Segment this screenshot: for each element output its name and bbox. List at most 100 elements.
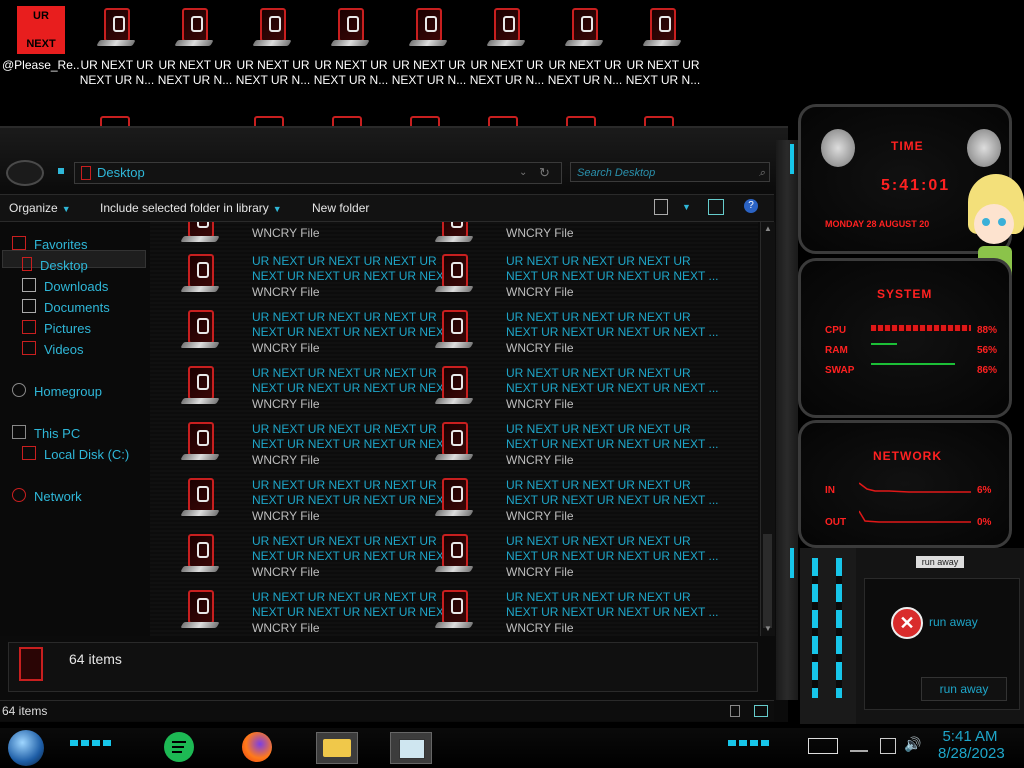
search-icon[interactable]: ⌕	[759, 163, 765, 183]
desktop-icon-row-hidden	[96, 112, 696, 126]
wncry-file-icon	[180, 252, 220, 296]
file-name-line1: UR NEXT UR NEXT UR NEXT UR	[506, 478, 691, 492]
file-type: WNCRY File	[506, 453, 574, 467]
wncry-file-icon	[434, 364, 474, 408]
network-tray-icon[interactable]	[880, 738, 896, 754]
homegroup-icon	[12, 383, 26, 397]
help-icon[interactable]: ?	[744, 199, 758, 213]
scroll-thumb[interactable]	[763, 534, 772, 628]
file-name-line1: UR NEXT UR NEXT UR NEXT UR	[252, 590, 437, 604]
list-item[interactable]: WNCRY File	[180, 222, 430, 242]
view-options-icon[interactable]	[654, 199, 668, 215]
file-explorer-taskbar-icon[interactable]	[316, 732, 358, 764]
wncry-file-icon	[96, 6, 138, 50]
list-item[interactable]: UR NEXT UR NEXT UR NEXT UR NEXT UR NEXT U…	[434, 588, 718, 636]
start-button[interactable]	[8, 730, 44, 766]
alien-head-icon	[821, 129, 855, 167]
wncry-file-icon	[564, 6, 606, 50]
file-name-line2: NEXT UR NEXT UR NEXT UR NEXT ...	[506, 493, 719, 507]
dialog-title: run away	[916, 556, 964, 568]
file-name-line2: NEXT UR NEXT UR NEXT UR NEXT ...	[252, 269, 465, 283]
vertical-scrollbar[interactable]: ▲ ▼	[760, 222, 775, 636]
list-item[interactable]: UR NEXT UR NEXT UR NEXT UR NEXT UR NEXT U…	[434, 364, 718, 420]
window-taskbar-icon[interactable]	[390, 732, 432, 764]
taskbar-decoration	[70, 740, 114, 746]
include-in-library-button[interactable]: Include selected folder in library ▼	[100, 201, 282, 215]
list-item[interactable]: UR NEXT UR NEXT UR NEXT UR NEXT UR NEXT U…	[180, 532, 464, 588]
organize-button[interactable]: Organize ▼	[9, 201, 71, 215]
taskbar-date: 8/28/2023	[938, 745, 1005, 762]
list-item[interactable]: UR NEXT UR NEXT UR NEXT UR NEXT UR NEXT U…	[180, 420, 464, 476]
nav-item-documents[interactable]: Documents	[22, 299, 110, 315]
scroll-up-icon[interactable]: ▲	[764, 224, 772, 233]
search-placeholder: Search Desktop	[577, 167, 656, 179]
nav-item-homegroup[interactable]: Homegroup	[12, 383, 102, 399]
caret-down-icon[interactable]: ▼	[678, 199, 691, 213]
file-name-line2: NEXT UR NEXT UR NEXT UR NEXT ...	[506, 381, 719, 395]
action-center-icon[interactable]	[850, 742, 868, 752]
back-forward-icon[interactable]	[6, 160, 44, 186]
nav-item-network[interactable]: Network	[12, 488, 82, 504]
ransom-note-icon: UR NEXT	[17, 6, 65, 54]
file-name-line2: NEXT UR NEXT UR NEXT UR NEXT ...	[252, 325, 465, 339]
net-in-label: IN	[825, 485, 835, 496]
taskbar: 🔊 5:41 AM 8/28/2023	[0, 728, 1024, 768]
keyboard-icon[interactable]	[808, 738, 838, 754]
details-view-icon[interactable]	[730, 705, 740, 717]
folder-icon	[81, 166, 91, 180]
run-away-button[interactable]: run away	[921, 677, 1007, 701]
nav-item-pictures[interactable]: Pictures	[22, 320, 91, 336]
list-item[interactable]: UR NEXT UR NEXT UR NEXT UR NEXT UR NEXT U…	[434, 252, 718, 308]
scroll-down-icon[interactable]: ▼	[764, 624, 772, 633]
chevron-down-icon[interactable]: ⌄	[519, 163, 527, 183]
dropdown-dot-icon[interactable]	[58, 168, 64, 174]
nav-item-favorites[interactable]: Favorites	[12, 236, 87, 252]
list-item[interactable]: UR NEXT UR NEXT UR NEXT UR NEXT UR NEXT U…	[180, 252, 464, 308]
desktop-icon-label: UR NEXT UR NEXT UR N...	[79, 58, 155, 87]
alien-head-icon	[967, 129, 1001, 167]
list-item[interactable]: UR NEXT UR NEXT UR NEXT UR NEXT UR NEXT U…	[434, 532, 718, 588]
desktop-icon-wncry-file[interactable]: UR NEXT UR NEXT UR N...	[546, 6, 624, 90]
wncry-file-icon	[180, 588, 220, 632]
list-item[interactable]: UR NEXT UR NEXT UR NEXT UR NEXT UR NEXT U…	[180, 364, 464, 420]
desktop-icon-wncry-file[interactable]: UR NEXT UR NEXT UR N...	[234, 6, 312, 90]
search-input[interactable]: Search Desktop ⌕	[570, 162, 770, 182]
file-name-line2: NEXT UR NEXT UR NEXT UR NEXT ...	[252, 437, 465, 451]
desktop-icon-wncry-file[interactable]: UR NEXT UR NEXT UR N...	[156, 6, 234, 90]
desktop-icon-label: @Please_Re...	[2, 58, 80, 72]
desktop-icon-wncry-file[interactable]: UR NEXT UR NEXT UR N...	[312, 6, 390, 90]
list-item[interactable]: UR NEXT UR NEXT UR NEXT UR NEXT UR NEXT U…	[434, 308, 718, 364]
tiles-view-icon[interactable]	[754, 705, 768, 717]
desktop-icon-wncry-file[interactable]: UR NEXT UR NEXT UR N...	[390, 6, 468, 90]
desktop-icon-ransom-note[interactable]: UR NEXT @Please_Re...	[2, 6, 80, 90]
address-bar[interactable]: Desktop ⌄ ↻	[74, 162, 562, 184]
list-item[interactable]: UR NEXT UR NEXT UR NEXT UR NEXT UR NEXT U…	[434, 476, 718, 532]
volume-icon[interactable]: 🔊	[904, 736, 921, 753]
ram-value: 56%	[977, 345, 998, 356]
wncry-file-icon	[180, 222, 220, 246]
firefox-icon[interactable]	[242, 732, 272, 762]
list-item[interactable]: UR NEXT UR NEXT UR NEXT UR NEXT UR NEXT U…	[434, 420, 718, 476]
list-item[interactable]: UR NEXT UR NEXT UR NEXT UR NEXT UR NEXT U…	[180, 308, 464, 364]
desktop-icon-wncry-file[interactable]: UR NEXT UR NEXT UR N...	[624, 6, 702, 90]
nav-item-desktop[interactable]: Desktop	[22, 257, 88, 273]
desktop-icon-label: UR NEXT UR NEXT UR N...	[469, 58, 545, 87]
preview-pane-icon[interactable]	[708, 199, 724, 215]
net-in-graph	[859, 482, 971, 493]
nav-item-videos[interactable]: Videos	[22, 341, 84, 357]
file-type: WNCRY File	[252, 285, 320, 299]
refresh-icon[interactable]: ↻	[539, 163, 550, 183]
list-item[interactable]: UR NEXT UR NEXT UR NEXT UR NEXT UR NEXT U…	[180, 476, 464, 532]
list-item[interactable]: UR NEXT UR NEXT UR NEXT UR NEXT UR NEXT U…	[180, 588, 464, 636]
nav-item-local-disk[interactable]: Local Disk (C:)	[22, 446, 129, 462]
nav-item-this-pc[interactable]: This PC	[12, 425, 80, 441]
desktop-icon-wncry-file[interactable]: UR NEXT UR NEXT UR N...	[468, 6, 546, 90]
new-folder-button[interactable]: New folder	[312, 201, 369, 215]
spotify-icon[interactable]	[164, 732, 194, 762]
nav-item-downloads[interactable]: Downloads	[22, 278, 108, 294]
wncry-file-icon	[252, 6, 294, 50]
list-item[interactable]: WNCRY File	[434, 222, 684, 242]
desktop-icon-wncry-file[interactable]: UR NEXT UR NEXT UR N...	[78, 6, 156, 90]
wncry-file-icon	[486, 6, 528, 50]
taskbar-clock[interactable]: 5:41 AM 8/28/2023	[938, 728, 1005, 762]
